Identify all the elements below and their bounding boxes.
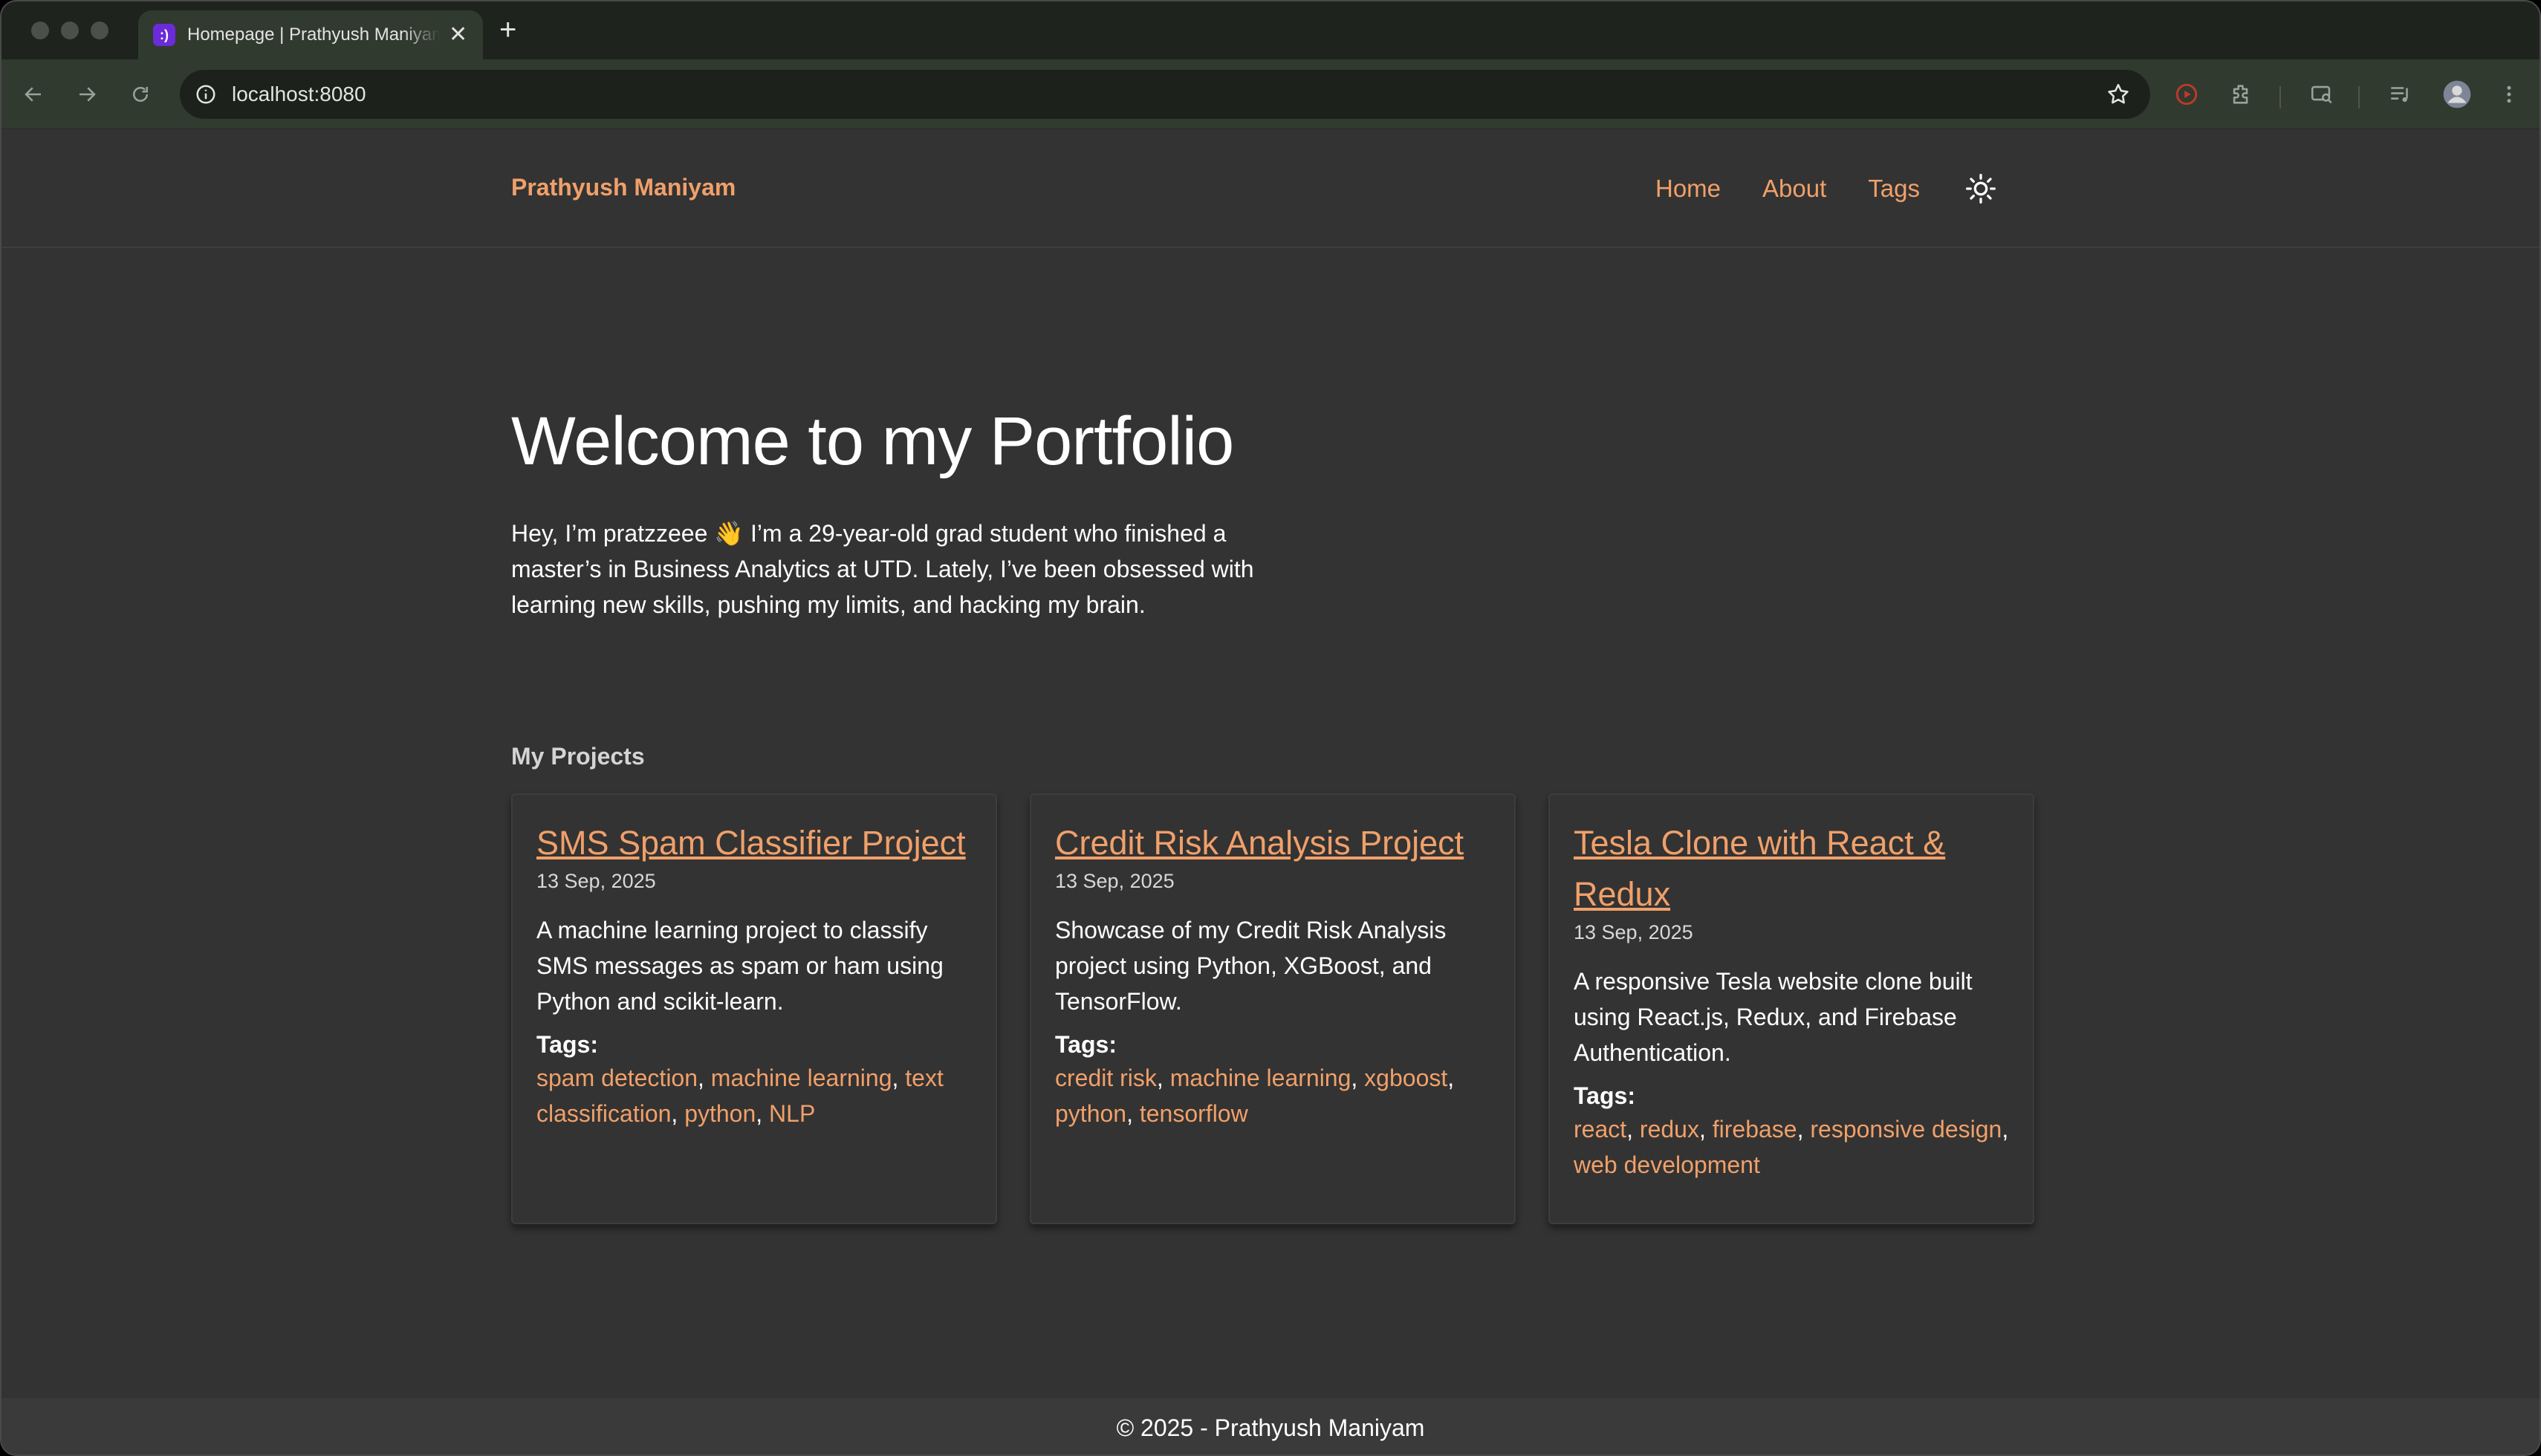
address-bar[interactable]: localhost:8080 xyxy=(180,70,2150,119)
project-tags: credit risk, machine learning, xgboost, … xyxy=(1055,1065,1455,1127)
media-control-icon[interactable] xyxy=(2383,77,2418,111)
site-footer: © 2025 - Prathyush Maniyam xyxy=(1,1398,2540,1455)
tag-link[interactable]: tensorflow xyxy=(1140,1100,1248,1127)
new-tab-button[interactable]: + xyxy=(499,12,516,48)
project-title-link[interactable]: Credit Risk Analysis Project xyxy=(1055,817,1490,868)
page-title: Welcome to my Portfolio xyxy=(511,403,1234,479)
more-menu-icon[interactable] xyxy=(2492,77,2526,111)
nav-home-link[interactable]: Home xyxy=(1655,175,1721,203)
project-date: 13 Sep, 2025 xyxy=(536,870,656,892)
tag-link[interactable]: redux xyxy=(1640,1116,1699,1143)
tag-link[interactable]: react xyxy=(1574,1116,1626,1143)
site-header: Prathyush Maniyam Home About Tags xyxy=(1,129,2540,248)
sun-icon xyxy=(1966,174,1996,204)
tag-link[interactable]: credit risk xyxy=(1055,1065,1157,1091)
tags-label: Tags: xyxy=(1055,1031,1117,1058)
record-extension-icon[interactable] xyxy=(2170,77,2204,111)
tag-link[interactable]: xgboost xyxy=(1364,1065,1447,1091)
tag-link[interactable]: NLP xyxy=(769,1100,815,1127)
copyright-text: © 2025 - Prathyush Maniyam xyxy=(1116,1414,1425,1441)
project-tags: spam detection, machine learning, text c… xyxy=(536,1065,944,1127)
project-card: Tesla Clone with React & Redux 13 Sep, 2… xyxy=(1548,793,2034,1224)
tag-link[interactable]: responsive design xyxy=(1810,1116,2002,1143)
browser-toolbar: localhost:8080 xyxy=(1,59,2540,129)
window-controls xyxy=(31,22,108,39)
page-content: Prathyush Maniyam Home About Tags Welcom… xyxy=(1,129,2540,1455)
tag-link[interactable]: python xyxy=(1055,1100,1126,1127)
project-date: 13 Sep, 2025 xyxy=(1055,870,1175,892)
reload-icon[interactable] xyxy=(123,77,158,111)
tag-link[interactable]: spam detection xyxy=(536,1065,698,1091)
tab-title: Homepage | Prathyush Maniyam xyxy=(187,25,440,45)
browser-window: :) Homepage | Prathyush Maniyam ✕ + loca… xyxy=(0,0,2541,1456)
site-brand-link[interactable]: Prathyush Maniyam xyxy=(511,174,736,201)
bookmark-star-icon[interactable] xyxy=(2106,82,2131,111)
toolbar-divider xyxy=(2358,86,2360,108)
extensions-icon[interactable] xyxy=(2224,77,2259,111)
active-tab[interactable]: :) Homepage | Prathyush Maniyam ✕ xyxy=(138,10,483,59)
back-icon[interactable] xyxy=(16,77,51,111)
project-card: Credit Risk Analysis Project 13 Sep, 202… xyxy=(1030,793,1516,1224)
tab-strip: :) Homepage | Prathyush Maniyam ✕ + xyxy=(1,1,2540,59)
toolbar-divider xyxy=(2279,86,2281,108)
maximize-window-button[interactable] xyxy=(91,22,108,39)
project-card: SMS Spam Classifier Project 13 Sep, 2025… xyxy=(511,793,997,1224)
forward-icon[interactable] xyxy=(70,77,104,111)
site-info-icon[interactable] xyxy=(193,82,218,107)
url-text: localhost:8080 xyxy=(232,82,366,105)
project-title-link[interactable]: SMS Spam Classifier Project xyxy=(536,817,972,868)
minimize-window-button[interactable] xyxy=(61,22,79,39)
profile-avatar[interactable] xyxy=(2440,77,2474,111)
project-description: Showcase of my Credit Risk Analysis proj… xyxy=(1055,917,1447,1015)
favicon-icon: :) xyxy=(153,24,175,46)
projects-heading: My Projects xyxy=(511,743,645,770)
tab-search-icon[interactable] xyxy=(2305,77,2339,111)
theme-toggle-button[interactable] xyxy=(1963,171,1999,207)
project-tags: react, redux, firebase, responsive desig… xyxy=(1574,1116,2009,1178)
project-date: 13 Sep, 2025 xyxy=(1574,921,1693,943)
tag-link[interactable]: python xyxy=(684,1100,756,1127)
nav-tags-link[interactable]: Tags xyxy=(1868,175,1920,203)
tag-link[interactable]: web development xyxy=(1574,1151,1760,1178)
nav-about-link[interactable]: About xyxy=(1762,175,1826,203)
tag-link[interactable]: machine learning xyxy=(1170,1065,1351,1091)
project-description: A machine learning project to classify S… xyxy=(536,917,944,1015)
intro-paragraph: Hey, I’m pratzzeee 👋 I’m a 29-year-old g… xyxy=(511,520,1254,618)
close-window-button[interactable] xyxy=(31,22,49,39)
tag-link[interactable]: machine learning xyxy=(711,1065,892,1091)
tags-label: Tags: xyxy=(536,1031,598,1058)
tag-link[interactable]: firebase xyxy=(1713,1116,1797,1143)
main-nav: Home About Tags xyxy=(1614,171,1999,207)
project-description: A responsive Tesla website clone built u… xyxy=(1574,968,1973,1066)
project-title-link[interactable]: Tesla Clone with React & Redux xyxy=(1574,817,2009,920)
close-tab-icon[interactable]: ✕ xyxy=(449,24,467,46)
tags-label: Tags: xyxy=(1574,1082,1635,1109)
